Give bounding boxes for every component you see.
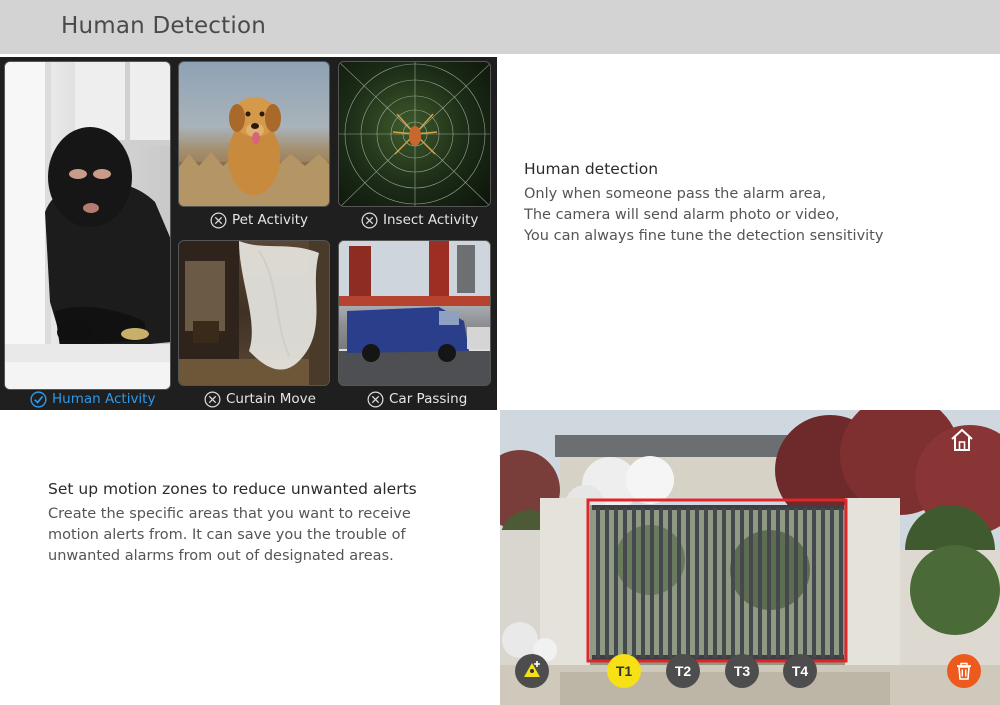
gate-bar: [821, 508, 825, 658]
gate-bar: [641, 508, 645, 658]
gate-bar: [731, 508, 735, 658]
zone-t2-label: T2: [674, 663, 692, 679]
gate-bar: [614, 508, 618, 658]
gate-bar: [713, 508, 717, 658]
gate-bar: [596, 508, 600, 658]
detection-grid: Pet Activity Insect Activity Human Activ…: [0, 57, 497, 410]
gate-bar: [758, 508, 762, 658]
trash-icon: [957, 662, 971, 680]
gate-bar: [740, 508, 744, 658]
human-activity-label: Human Activity: [52, 391, 156, 407]
zone-t1-label: T1: [615, 663, 633, 679]
human-activity-image: [4, 61, 171, 390]
zone-t4-button[interactable]: T4: [783, 654, 817, 688]
human-detection-line-3: You can always fine tune the detection s…: [524, 228, 884, 244]
gate-bar: [839, 508, 843, 658]
gate-bar: [695, 508, 699, 658]
zone-t1-button[interactable]: T1: [607, 654, 641, 688]
motion-zone-preview: T1 T2 T3 T4: [500, 410, 1000, 705]
motion-zones-line-2: motion alerts from. It can save you the …: [48, 527, 406, 543]
gate-bar: [650, 508, 654, 658]
gate-bar: [623, 508, 627, 658]
gate-bar: [830, 508, 834, 658]
motion-zones-line-3: unwanted alarms from out of designated a…: [48, 548, 394, 564]
car-passing-caption: Car Passing: [367, 388, 467, 410]
pet-activity-label: Pet Activity: [232, 212, 309, 228]
gate-bar: [722, 508, 726, 658]
human-activity-caption: Human Activity: [30, 388, 155, 410]
car-passing-image: [338, 240, 491, 386]
motion-zones-heading: Set up motion zones to reduce unwanted a…: [48, 480, 417, 498]
car-passing-label: Car Passing: [389, 391, 468, 407]
curtain-move-caption: Curtain Move: [204, 388, 316, 410]
gate-bar: [677, 508, 681, 658]
gate-bar: [767, 508, 771, 658]
zone-t4-label: T4: [791, 663, 809, 679]
zone-t2-button[interactable]: T2: [666, 654, 700, 688]
gate-bar: [749, 508, 753, 658]
gate-bar: [632, 508, 636, 658]
x-circle-icon: [210, 212, 227, 228]
gate-bar: [776, 508, 780, 658]
gate-bar: [686, 508, 690, 658]
add-zone-button[interactable]: [515, 654, 549, 688]
human-detection-block: Human detection Only when someone pass t…: [524, 160, 974, 247]
insect-activity-image: [338, 61, 491, 207]
pet-activity-caption: Pet Activity: [210, 209, 308, 231]
gate-bar: [794, 508, 798, 658]
x-circle-icon: [204, 391, 221, 407]
gate-bar: [659, 508, 663, 658]
gate-bar: [785, 508, 789, 658]
zone-t3-button[interactable]: T3: [725, 654, 759, 688]
gate-bar: [803, 508, 807, 658]
motion-zones-line-1: Create the specific areas that you want …: [48, 506, 411, 522]
add-zone-icon: [524, 661, 540, 677]
human-detection-heading: Human detection: [524, 160, 659, 178]
human-detection-line-2: The camera will send alarm photo or vide…: [524, 207, 840, 223]
x-circle-icon: [367, 391, 384, 407]
zone-t3-label: T3: [733, 663, 751, 679]
pet-activity-image: [178, 61, 330, 207]
insect-activity-label: Insect Activity: [383, 212, 479, 228]
gate-bar: [704, 508, 708, 658]
gate-bar: [812, 508, 816, 658]
human-detection-line-1: Only when someone pass the alarm area,: [524, 186, 827, 202]
x-circle-icon: [361, 212, 378, 228]
delete-zone-button[interactable]: [947, 654, 981, 688]
curtain-move-label: Curtain Move: [226, 391, 316, 407]
gate-bar: [605, 508, 609, 658]
check-circle-icon: [30, 390, 47, 408]
header-bar: Human Detection: [0, 0, 1000, 54]
insect-activity-caption: Insect Activity: [361, 209, 478, 231]
motion-zones-block: Set up motion zones to reduce unwanted a…: [48, 480, 468, 567]
home-icon[interactable]: [949, 428, 975, 452]
gate-bar: [668, 508, 672, 658]
curtain-move-image: [178, 240, 330, 386]
page-title: Human Detection: [61, 13, 266, 39]
